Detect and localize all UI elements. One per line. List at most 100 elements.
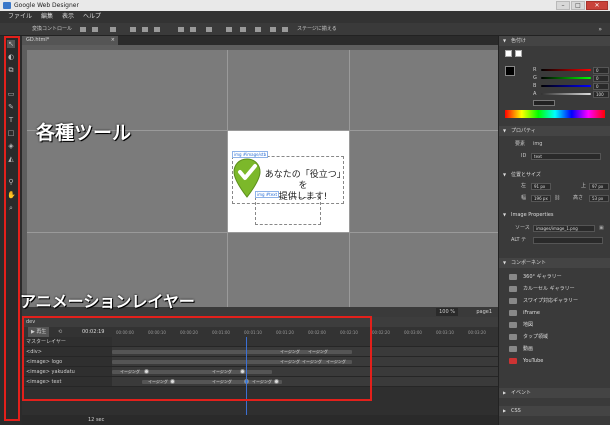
toolbar-label: 変換コントロール (32, 26, 73, 32)
events-panel-header[interactable]: イベント (499, 388, 610, 398)
properties-panel-header[interactable]: プロパティ (499, 126, 610, 136)
timeline-footer: 12 sec (22, 415, 498, 425)
minimize-button[interactable]: – (556, 1, 570, 10)
blue-value[interactable]: 0 (593, 83, 609, 90)
menu-edit[interactable]: 編集 (41, 11, 53, 23)
source-row: ソース images/image_1.png ▣ (499, 224, 610, 233)
blue-slider[interactable] (541, 85, 591, 87)
position-size-header[interactable]: 位置とサイズ (499, 170, 610, 180)
component-item[interactable]: スワイプ対応ギャラリー (507, 296, 607, 306)
top-field[interactable]: 97 px (589, 183, 609, 190)
id-field[interactable]: text (531, 153, 601, 160)
alpha-row: A 100 (499, 90, 610, 99)
element-row: 要素 img (499, 140, 610, 149)
color-panel-header[interactable]: 色付け (499, 36, 610, 46)
component-item[interactable]: カルーセル ギャラリー (507, 284, 607, 294)
document-tab-label: GD.html* (26, 37, 50, 43)
youtube-icon (509, 358, 517, 364)
swipe-gallery-icon (509, 298, 517, 304)
component-label: YouTube (523, 358, 544, 364)
fill-swatch[interactable] (505, 50, 512, 57)
left-field[interactable]: 91 px (531, 183, 551, 190)
folder-icon[interactable]: ▣ (599, 224, 604, 233)
ruler-tick-label: 00:03:10 (436, 330, 454, 335)
align-top-icon[interactable] (130, 27, 136, 32)
component-item[interactable]: iFrame (507, 308, 607, 318)
green-slider[interactable] (541, 77, 591, 79)
align-bottom-icon[interactable] (154, 27, 160, 32)
toolbar-overflow-button[interactable]: » (598, 23, 602, 36)
alt-field[interactable] (533, 237, 603, 244)
component-item[interactable]: タップ領域 (507, 332, 607, 342)
text-element-tag: img #text (255, 191, 280, 198)
green-value[interactable]: 0 (593, 75, 609, 82)
component-item[interactable]: 地図 (507, 320, 607, 330)
stage-headline[interactable]: あなたの「役立つ」を 提供します! (263, 170, 343, 203)
document-tab[interactable]: GD.html* × (22, 36, 118, 45)
window-title: Google Web Designer (14, 2, 79, 9)
alt-row: ALT テ (499, 236, 610, 245)
menu-file[interactable]: ファイル (8, 11, 32, 23)
distribute-center-icon[interactable] (190, 27, 196, 32)
width-match-icon[interactable] (270, 27, 276, 32)
distribute-middle-icon[interactable] (240, 27, 246, 32)
ruler-tick-label: 00:03:20 (468, 330, 486, 335)
id-label: ID (521, 153, 527, 159)
distribute-bottom-icon[interactable] (255, 27, 261, 32)
maximize-button[interactable]: □ (571, 1, 585, 10)
css-panel-header[interactable]: CSS (499, 406, 610, 416)
guide-line[interactable] (349, 50, 350, 307)
hex-field[interactable] (533, 100, 555, 106)
component-item[interactable]: 360° ギャラリー (507, 272, 607, 282)
align-middle-icon[interactable] (142, 27, 148, 32)
ruler-tick-label: 00:03:00 (404, 330, 422, 335)
zoom-level[interactable]: 100 % (436, 308, 458, 316)
element-value: img (533, 141, 543, 147)
alt-label: ALT テ (511, 237, 527, 243)
stroke-swatch[interactable] (515, 50, 522, 57)
alpha-label: A (533, 91, 537, 97)
carousel-icon (509, 286, 517, 292)
size-row: 幅 196 px ⛓ 高さ 53 px (499, 194, 610, 203)
link-icon[interactable]: ⛓ (554, 194, 560, 203)
align-center-icon[interactable] (92, 27, 98, 32)
align-to-stage-button[interactable]: ステージに揃える (297, 23, 337, 36)
ruler-tick-label: 00:02:20 (372, 330, 390, 335)
component-item[interactable]: 動画 (507, 344, 607, 354)
red-value[interactable]: 0 (593, 67, 609, 74)
distribute-top-icon[interactable] (226, 27, 232, 32)
top-label: 上 (581, 183, 587, 189)
video-icon (509, 346, 517, 352)
vertical-ruler (22, 45, 27, 307)
guide-line[interactable] (27, 232, 498, 233)
align-right-icon[interactable] (110, 27, 116, 32)
tools-annotation: 各種ツール (36, 122, 132, 144)
close-window-button[interactable]: ✕ (586, 1, 608, 10)
menu-help[interactable]: ヘルプ (83, 11, 101, 23)
hue-spectrum[interactable] (505, 110, 605, 118)
stage-headline-line1: あなたの「役立つ」を (264, 170, 342, 191)
alpha-value[interactable]: 100 (593, 91, 609, 98)
component-label: iFrame (523, 310, 540, 316)
component-item[interactable]: YouTube (507, 356, 607, 366)
alpha-slider[interactable] (541, 93, 591, 95)
gallery-360-icon (509, 274, 517, 280)
map-icon (509, 322, 517, 328)
tools-highlight-box (4, 36, 20, 421)
distribute-right-icon[interactable] (206, 27, 212, 32)
source-field[interactable]: images/image_1.png (533, 225, 595, 232)
left-label: 左 (521, 183, 527, 189)
close-tab-icon[interactable]: × (111, 36, 115, 45)
distribute-horizontal-icon[interactable] (178, 27, 184, 32)
id-row: ID text (499, 152, 610, 161)
width-field[interactable]: 196 px (531, 195, 551, 202)
tap-area-icon (509, 334, 517, 340)
height-match-icon[interactable] (282, 27, 288, 32)
image-properties-header[interactable]: Image Properties (499, 210, 610, 220)
red-slider[interactable] (541, 69, 591, 71)
align-left-icon[interactable] (80, 27, 86, 32)
page-selector[interactable]: page1 (476, 307, 492, 317)
components-panel-header[interactable]: コンポーネント (499, 258, 610, 268)
menu-view[interactable]: 表示 (62, 11, 74, 23)
height-field[interactable]: 53 px (589, 195, 609, 202)
